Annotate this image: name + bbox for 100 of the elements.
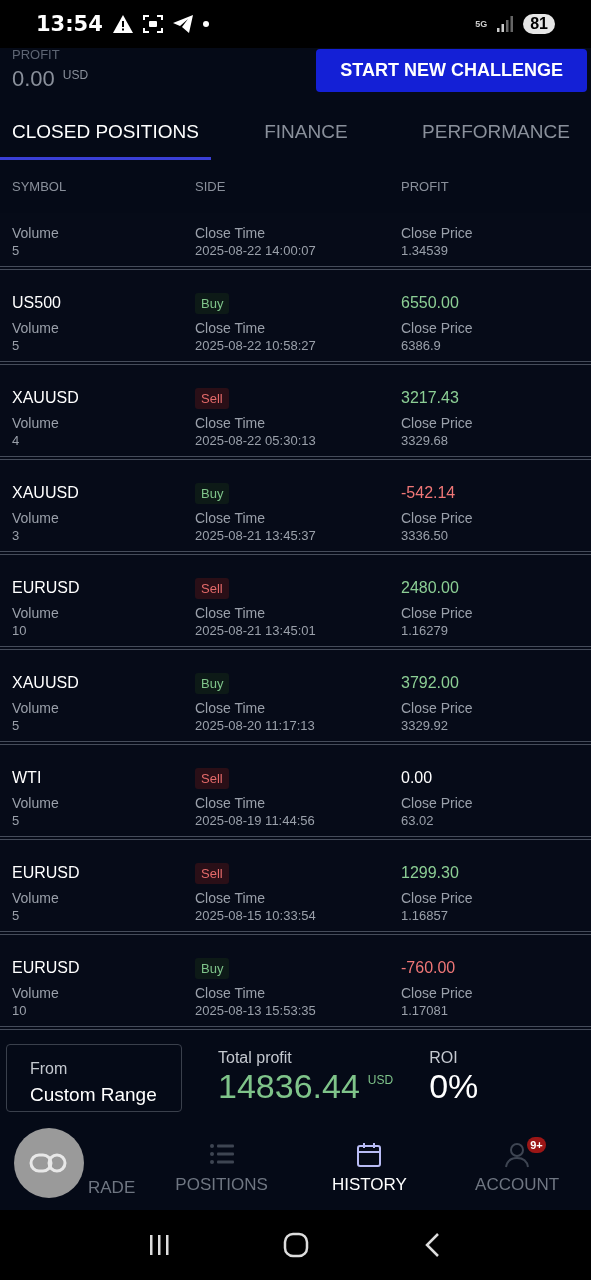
dot-icon [202,21,209,27]
close-time-label: Close Time [195,510,267,526]
tab[interactable]: FINANCE [210,107,401,160]
close-time-value: 2025-08-22 05:30:13 [195,433,317,448]
profit-amount: 3217.43 [401,389,459,407]
close-price-label: Close Price [401,415,474,431]
side-tag: Buy [195,292,230,314]
tab[interactable]: CLOSED POSITIONS [0,107,211,160]
currency-label: USD [62,68,89,82]
volume-label: Volume [12,700,60,716]
total-profit-value: 14836.44 [218,1067,360,1106]
side-tag: Sell [195,387,229,409]
nav-tab[interactable]: RADE [0,1125,148,1210]
column-header: PROFIT [401,179,450,194]
volume-value: 5 [12,908,21,923]
close-price-label: Close Price [401,795,474,811]
nav-tab[interactable]: HISTORY [295,1125,444,1210]
tab[interactable]: PERFORMANCE [400,107,591,160]
close-time-value: 2025-08-21 13:45:37 [195,528,317,543]
date-range-field[interactable]: From Custom Range [6,1043,182,1112]
volume-label: Volume [12,510,60,526]
close-price-value: 1.17081 [401,1003,449,1018]
close-time-label: Close Time [195,415,267,431]
person-icon [503,1140,532,1169]
close-price-label: Close Price [401,510,474,526]
side-tag: Sell [195,577,229,599]
profit-amount: 6550.00 [401,294,459,312]
volume-value: 10 [12,623,28,638]
total-profit-label: Total profit [218,1049,293,1067]
close-price-label: Close Price [401,605,474,621]
close-time-value: 2025-08-15 10:33:54 [195,908,317,923]
profit-amount: 3792.00 [401,674,459,692]
roi-value: 0% [429,1067,479,1106]
signal-icon [497,16,514,32]
screenshot-icon [142,15,163,33]
roi-label: ROI [429,1049,459,1067]
symbol-text: US500 [12,294,61,312]
volume-label: Volume [12,605,60,621]
close-price-value: 1.16857 [401,908,449,923]
volume-value: 5 [12,813,21,828]
nav-tab[interactable]: ACCOUNT 9+ [443,1125,591,1210]
symbol-text: EURUSD [12,579,80,597]
volume-value: 5 [12,338,21,353]
symbol-text: XAUUSD [12,389,79,407]
close-time-value: 2025-08-13 15:53:35 [195,1003,317,1018]
close-time-label: Close Time [195,320,267,336]
volume-label: Volume [12,320,60,336]
close-price-value: 3329.92 [401,718,449,733]
battery-level: 81 [523,14,555,34]
close-price-value: 3336.50 [401,528,449,543]
close-time-value: 2025-08-22 14:00:07 [195,243,317,258]
column-header: SYMBOL [12,179,68,194]
currency-label: USD [367,1073,394,1087]
volume-value: 4 [12,433,21,448]
symbol-text: XAUUSD [12,674,79,692]
close-price-label: Close Price [401,890,474,906]
symbol-text: XAUUSD [12,484,79,502]
profit-amount: -542.14 [401,484,456,502]
close-time-value: 2025-08-19 11:44:56 [195,813,316,828]
profit-amount: -760.00 [401,959,456,977]
status-time: 13:54 [36,12,103,36]
close-price-value: 6386.9 [401,338,442,353]
close-price-label: Close Price [401,225,474,241]
volume-value: 5 [12,718,21,733]
profit-amount: 0.00 [401,769,433,787]
close-time-label: Close Time [195,985,267,1001]
profit-value: 0.00 [12,66,55,92]
profit-label: PROFIT [12,47,61,62]
close-price-value: 1.34539 [401,243,449,258]
volume-label: Volume [12,415,60,431]
close-time-value: 2025-08-22 10:58:27 [195,338,317,353]
close-price-label: Close Price [401,700,474,716]
volume-label: Volume [12,225,60,241]
notification-badge: 9+ [527,1137,546,1153]
profit-amount: 2480.00 [401,579,459,597]
volume-label: Volume [12,985,60,1001]
symbol-text: EURUSD [12,864,80,882]
symbol-text: EURUSD [12,959,80,977]
warning-icon [112,15,133,33]
symbol-text: WTI [12,769,42,787]
volume-value: 10 [12,1003,28,1018]
volume-label: Volume [12,795,60,811]
close-time-value: 2025-08-21 13:45:01 [195,623,317,638]
close-price-value: 1.16279 [401,623,449,638]
close-price-label: Close Price [401,320,474,336]
close-price-value: 63.02 [401,813,435,828]
nav-tab[interactable]: POSITIONS [147,1125,296,1210]
close-time-label: Close Time [195,225,267,241]
close-time-label: Close Time [195,605,267,621]
calendar-icon [355,1140,384,1169]
close-time-label: Close Time [195,890,267,906]
volume-value: 5 [12,243,21,258]
side-tag: Sell [195,767,229,789]
side-tag: Buy [195,672,230,694]
home-icon[interactable] [281,1231,310,1259]
link-icon [29,1152,69,1174]
network-label: 5G [475,19,488,29]
start-challenge-button[interactable]: START NEW CHALLENGE [316,49,587,92]
side-tag: Buy [195,957,230,979]
volume-label: Volume [12,890,60,906]
